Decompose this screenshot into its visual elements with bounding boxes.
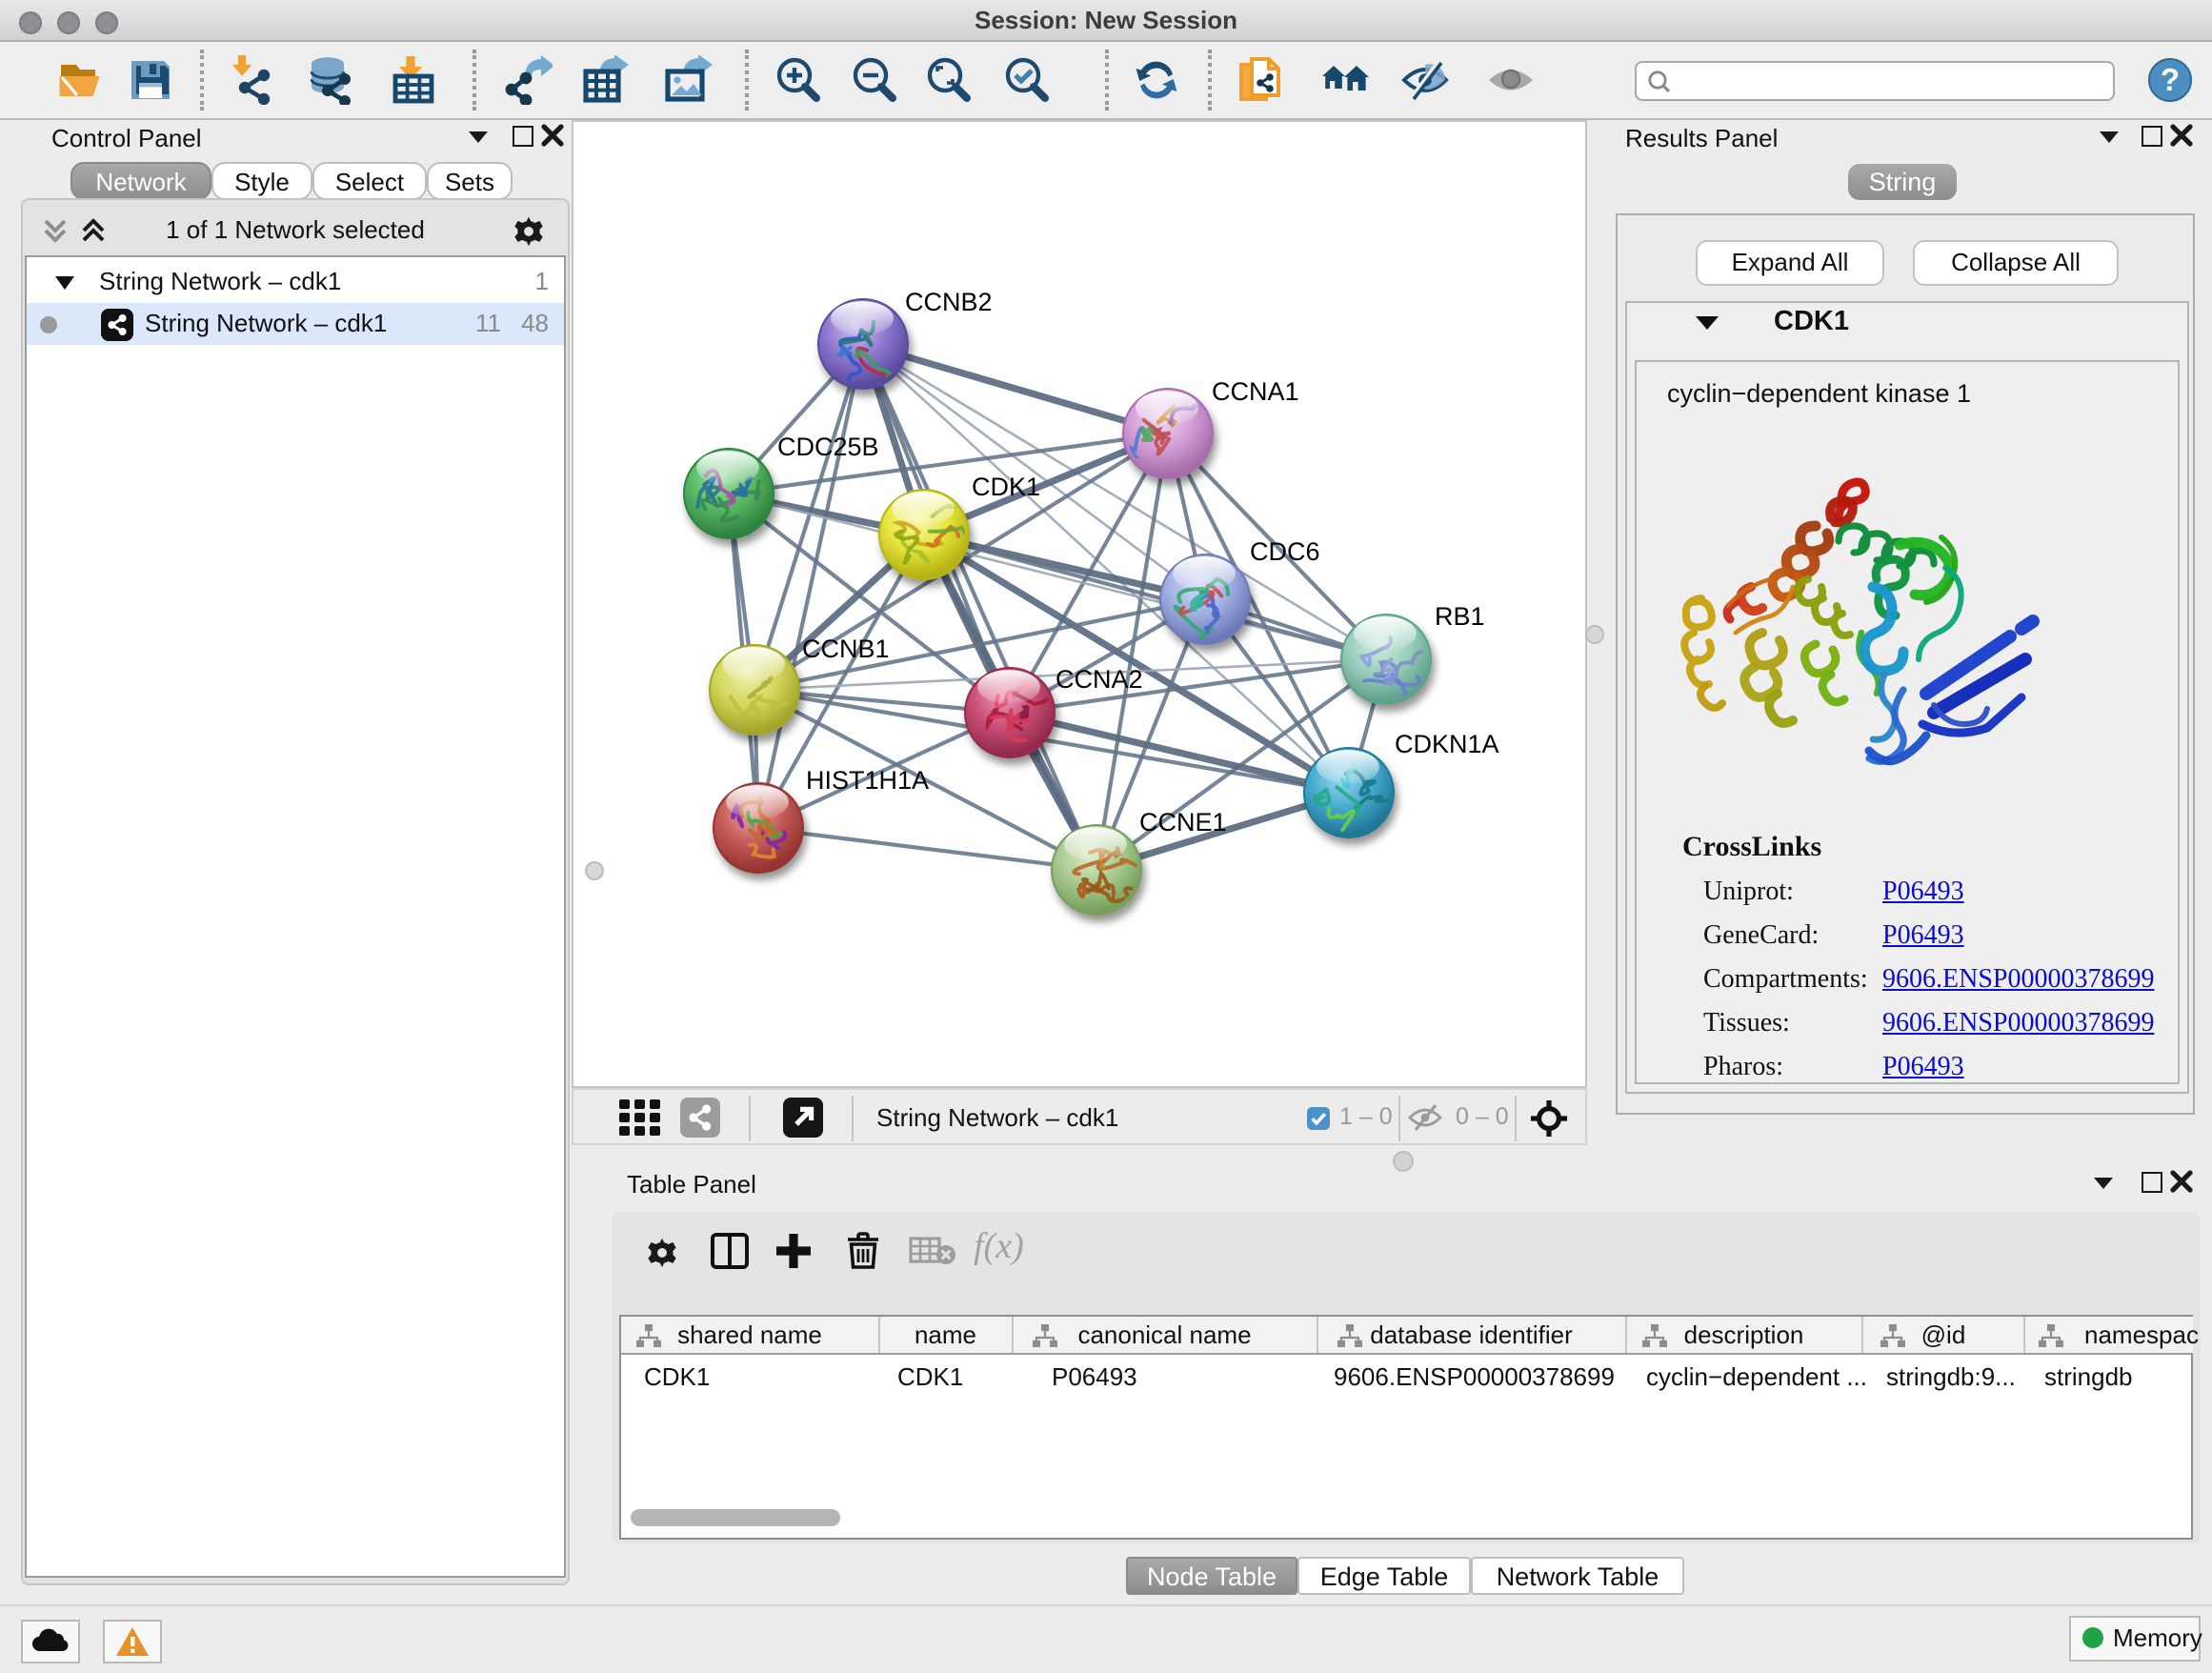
- svg-text:CCNA2: CCNA2: [1056, 665, 1143, 694]
- svg-text:CCNB2: CCNB2: [905, 288, 993, 316]
- svg-text:HIST1H1A: HIST1H1A: [806, 766, 929, 795]
- svg-text:CDKN1A: CDKN1A: [1395, 730, 1499, 758]
- svg-text:RB1: RB1: [1435, 602, 1485, 631]
- svg-text:CDC6: CDC6: [1250, 537, 1320, 566]
- svg-text:?: ?: [2161, 62, 2180, 97]
- svg-text:CCNA1: CCNA1: [1212, 377, 1299, 406]
- svg-text:CCNB1: CCNB1: [802, 635, 890, 663]
- svg-text:CCNE1: CCNE1: [1139, 808, 1227, 836]
- svg-text:CDK1: CDK1: [972, 473, 1040, 501]
- svg-text:CDC25B: CDC25B: [777, 433, 879, 461]
